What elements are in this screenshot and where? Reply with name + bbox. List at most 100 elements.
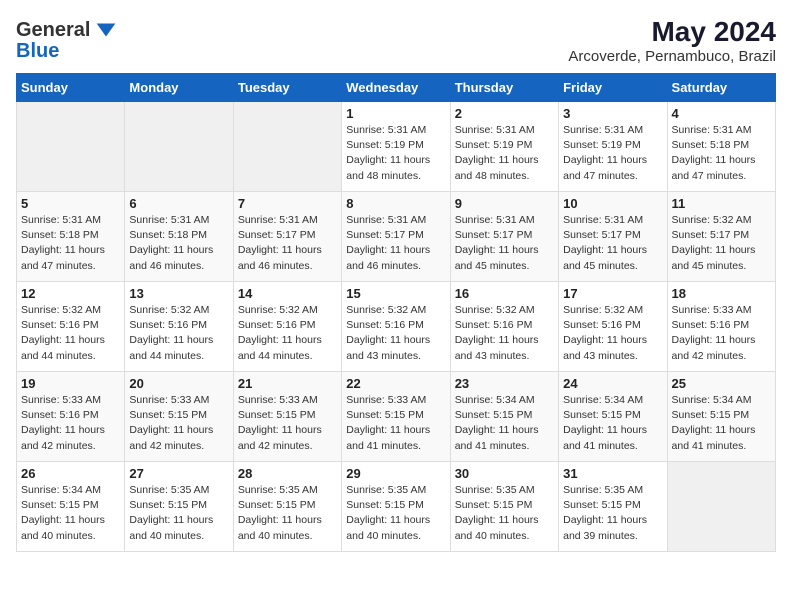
day-info: Sunrise: 5:34 AMSunset: 5:15 PMDaylight:… bbox=[21, 483, 120, 544]
calendar-cell: 21Sunrise: 5:33 AMSunset: 5:15 PMDayligh… bbox=[233, 372, 341, 462]
day-info: Sunrise: 5:33 AMSunset: 5:15 PMDaylight:… bbox=[129, 393, 228, 454]
day-number: 16 bbox=[455, 286, 554, 301]
calendar-cell: 31 Sunrise: 5:35 AMSunset: 5:15 PMDayligh… bbox=[559, 462, 667, 552]
calendar-cell bbox=[17, 102, 125, 192]
weekday-header: Friday bbox=[559, 74, 667, 102]
day-info: Sunrise: 5:32 AMSunset: 5:16 PMDaylight:… bbox=[21, 303, 120, 364]
weekday-header-row: SundayMondayTuesdayWednesdayThursdayFrid… bbox=[17, 74, 776, 102]
calendar-cell: 12 Sunrise: 5:32 AMSunset: 5:16 PMDayligh… bbox=[17, 282, 125, 372]
calendar-cell bbox=[667, 462, 775, 552]
title-block: May 2024 Arcoverde, Pernambuco, Brazil bbox=[568, 16, 776, 65]
day-info: Sunrise: 5:33 AMSunset: 5:16 PMDaylight:… bbox=[672, 303, 771, 364]
day-number: 21 bbox=[238, 376, 337, 391]
day-number: 12 bbox=[21, 286, 120, 301]
calendar-cell: 23 Sunrise: 5:34 AMSunset: 5:15 PMDayligh… bbox=[450, 372, 558, 462]
day-number: 6 bbox=[129, 196, 228, 211]
page-title: May 2024 bbox=[568, 16, 776, 48]
day-number: 5 bbox=[21, 196, 120, 211]
calendar-cell: 3 Sunrise: 5:31 AMSunset: 5:19 PMDaylight… bbox=[559, 102, 667, 192]
day-info: Sunrise: 5:31 AMSunset: 5:18 PMDaylight:… bbox=[129, 213, 228, 274]
day-info: Sunrise: 5:34 AMSunset: 5:15 PMDaylight:… bbox=[455, 393, 554, 454]
day-number: 30 bbox=[455, 466, 554, 481]
day-info: Sunrise: 5:31 AMSunset: 5:18 PMDaylight:… bbox=[672, 123, 771, 184]
calendar-cell: 24 Sunrise: 5:34 AMSunset: 5:15 PMDayligh… bbox=[559, 372, 667, 462]
calendar-cell: 1 Sunrise: 5:31 AMSunset: 5:19 PMDaylight… bbox=[342, 102, 450, 192]
day-number: 3 bbox=[563, 106, 662, 121]
day-info: Sunrise: 5:32 AMSunset: 5:16 PMDaylight:… bbox=[455, 303, 554, 364]
day-number: 20 bbox=[129, 376, 228, 391]
day-number: 11 bbox=[672, 196, 771, 211]
day-number: 7 bbox=[238, 196, 337, 211]
weekday-header: Wednesday bbox=[342, 74, 450, 102]
calendar-cell: 13Sunrise: 5:32 AMSunset: 5:16 PMDayligh… bbox=[125, 282, 233, 372]
weekday-header: Saturday bbox=[667, 74, 775, 102]
calendar-cell: 7 Sunrise: 5:31 AMSunset: 5:17 PMDaylight… bbox=[233, 192, 341, 282]
day-number: 15 bbox=[346, 286, 445, 301]
calendar-week-row: 5 Sunrise: 5:31 AMSunset: 5:18 PMDaylight… bbox=[17, 192, 776, 282]
calendar-cell: 6 Sunrise: 5:31 AMSunset: 5:18 PMDaylight… bbox=[125, 192, 233, 282]
day-info: Sunrise: 5:32 AMSunset: 5:17 PMDaylight:… bbox=[672, 213, 771, 274]
calendar-cell: 15 Sunrise: 5:32 AMSunset: 5:16 PMDayligh… bbox=[342, 282, 450, 372]
calendar-cell: 8 Sunrise: 5:31 AMSunset: 5:17 PMDaylight… bbox=[342, 192, 450, 282]
calendar-cell: 4 Sunrise: 5:31 AMSunset: 5:18 PMDaylight… bbox=[667, 102, 775, 192]
day-info: Sunrise: 5:32 AMSunset: 5:16 PMDaylight:… bbox=[563, 303, 662, 364]
calendar-cell bbox=[125, 102, 233, 192]
calendar-cell: 10Sunrise: 5:31 AMSunset: 5:17 PMDayligh… bbox=[559, 192, 667, 282]
page-subtitle: Arcoverde, Pernambuco, Brazil bbox=[568, 48, 776, 65]
day-info: Sunrise: 5:31 AMSunset: 5:19 PMDaylight:… bbox=[346, 123, 445, 184]
calendar-cell: 30 Sunrise: 5:35 AMSunset: 5:15 PMDayligh… bbox=[450, 462, 558, 552]
calendar-cell: 11 Sunrise: 5:32 AMSunset: 5:17 PMDayligh… bbox=[667, 192, 775, 282]
calendar-cell bbox=[233, 102, 341, 192]
calendar-week-row: 19 Sunrise: 5:33 AMSunset: 5:16 PMDayligh… bbox=[17, 372, 776, 462]
day-info: Sunrise: 5:31 AMSunset: 5:19 PMDaylight:… bbox=[563, 123, 662, 184]
day-info: Sunrise: 5:35 AMSunset: 5:15 PMDaylight:… bbox=[129, 483, 228, 544]
weekday-header: Tuesday bbox=[233, 74, 341, 102]
day-number: 1 bbox=[346, 106, 445, 121]
day-info: Sunrise: 5:31 AMSunset: 5:17 PMDaylight:… bbox=[346, 213, 445, 274]
calendar-week-row: 26 Sunrise: 5:34 AMSunset: 5:15 PMDayligh… bbox=[17, 462, 776, 552]
day-number: 17 bbox=[563, 286, 662, 301]
day-info: Sunrise: 5:32 AMSunset: 5:16 PMDaylight:… bbox=[129, 303, 228, 364]
calendar-table: SundayMondayTuesdayWednesdayThursdayFrid… bbox=[16, 73, 776, 552]
day-number: 31 bbox=[563, 466, 662, 481]
weekday-header: Sunday bbox=[17, 74, 125, 102]
day-number: 19 bbox=[21, 376, 120, 391]
day-number: 10 bbox=[563, 196, 662, 211]
page-header: General Blue May 2024 Arcoverde, Pernamb… bbox=[16, 16, 776, 65]
day-number: 8 bbox=[346, 196, 445, 211]
calendar-cell: 5 Sunrise: 5:31 AMSunset: 5:18 PMDaylight… bbox=[17, 192, 125, 282]
day-info: Sunrise: 5:35 AMSunset: 5:15 PMDaylight:… bbox=[455, 483, 554, 544]
calendar-cell: 25Sunrise: 5:34 AMSunset: 5:15 PMDayligh… bbox=[667, 372, 775, 462]
day-info: Sunrise: 5:33 AMSunset: 5:16 PMDaylight:… bbox=[21, 393, 120, 454]
day-info: Sunrise: 5:31 AMSunset: 5:17 PMDaylight:… bbox=[455, 213, 554, 274]
day-number: 14 bbox=[238, 286, 337, 301]
day-number: 18 bbox=[672, 286, 771, 301]
calendar-cell: 16 Sunrise: 5:32 AMSunset: 5:16 PMDayligh… bbox=[450, 282, 558, 372]
calendar-cell: 19 Sunrise: 5:33 AMSunset: 5:16 PMDayligh… bbox=[17, 372, 125, 462]
calendar-cell: 9 Sunrise: 5:31 AMSunset: 5:17 PMDaylight… bbox=[450, 192, 558, 282]
day-number: 22 bbox=[346, 376, 445, 391]
day-info: Sunrise: 5:31 AMSunset: 5:18 PMDaylight:… bbox=[21, 213, 120, 274]
calendar-week-row: 12 Sunrise: 5:32 AMSunset: 5:16 PMDayligh… bbox=[17, 282, 776, 372]
day-info: Sunrise: 5:35 AMSunset: 5:15 PMDaylight:… bbox=[238, 483, 337, 544]
day-info: Sunrise: 5:35 AMSunset: 5:15 PMDaylight:… bbox=[563, 483, 662, 544]
calendar-cell: 2Sunrise: 5:31 AMSunset: 5:19 PMDaylight… bbox=[450, 102, 558, 192]
day-info: Sunrise: 5:34 AMSunset: 5:15 PMDaylight:… bbox=[563, 393, 662, 454]
day-info: Sunrise: 5:32 AMSunset: 5:16 PMDaylight:… bbox=[346, 303, 445, 364]
day-number: 27 bbox=[129, 466, 228, 481]
day-number: 26 bbox=[21, 466, 120, 481]
day-info: Sunrise: 5:34 AMSunset: 5:15 PMDaylight:… bbox=[672, 393, 771, 454]
calendar-cell: 17 Sunrise: 5:32 AMSunset: 5:16 PMDayligh… bbox=[559, 282, 667, 372]
logo-text: General Blue bbox=[16, 16, 120, 63]
logo: General Blue bbox=[16, 16, 120, 63]
day-info: Sunrise: 5:32 AMSunset: 5:16 PMDaylight:… bbox=[238, 303, 337, 364]
logo-icon bbox=[92, 16, 120, 44]
day-number: 9 bbox=[455, 196, 554, 211]
day-number: 23 bbox=[455, 376, 554, 391]
day-info: Sunrise: 5:31 AMSunset: 5:17 PMDaylight:… bbox=[238, 213, 337, 274]
weekday-header: Thursday bbox=[450, 74, 558, 102]
day-number: 4 bbox=[672, 106, 771, 121]
day-number: 24 bbox=[563, 376, 662, 391]
day-number: 28 bbox=[238, 466, 337, 481]
day-info: Sunrise: 5:31 AMSunset: 5:19 PMDaylight:… bbox=[455, 123, 554, 184]
